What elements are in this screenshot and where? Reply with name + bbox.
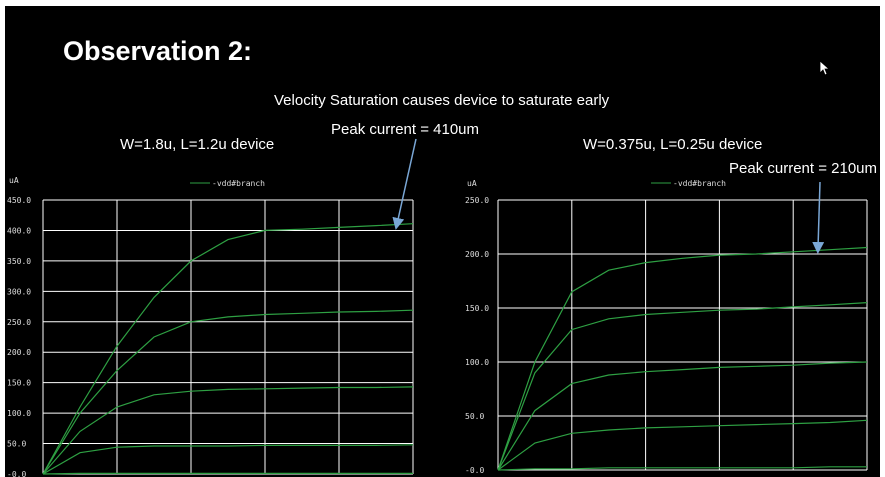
- slide: Observation 2: Velocity Saturation cause…: [5, 6, 880, 477]
- mouse-pointer-icon: [819, 60, 831, 76]
- left-peak-arrow: [392, 138, 417, 230]
- right-peak-arrow: [812, 181, 825, 254]
- annotation-arrows: [392, 138, 825, 254]
